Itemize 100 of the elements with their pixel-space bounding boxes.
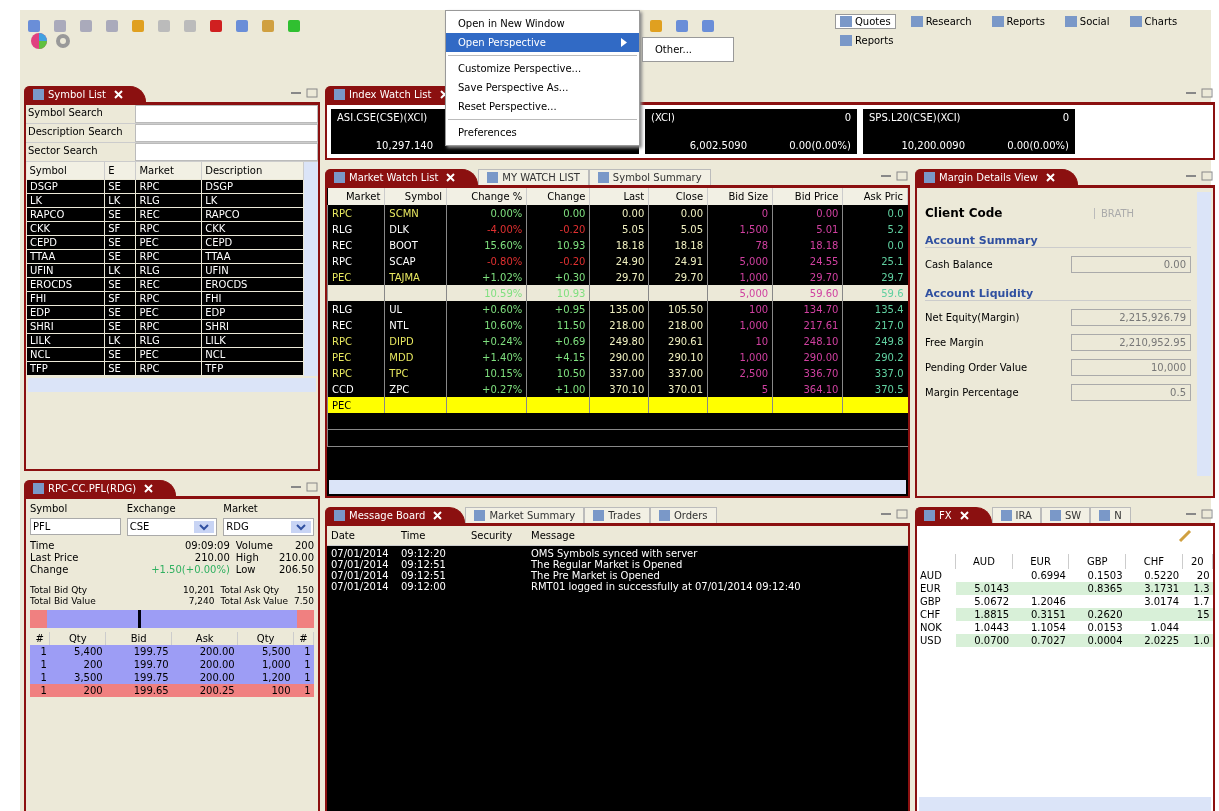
panel-tab[interactable]: Message Board — [325, 507, 466, 523]
table-cell: PEC — [327, 397, 385, 413]
column-header[interactable]: Time — [401, 530, 471, 541]
column-header[interactable]: Change — [526, 188, 590, 205]
perspective-button[interactable]: Charts — [1124, 14, 1183, 29]
table-cell: 1.0 — [1182, 634, 1213, 647]
column-header[interactable]: Message — [531, 530, 904, 541]
menu-item[interactable]: Preferences — [446, 123, 639, 142]
column-header[interactable]: Change % — [446, 188, 527, 205]
menu-item[interactable]: Open in New Window — [446, 14, 639, 33]
table-cell: 1.3 — [1182, 582, 1213, 595]
row-header: NOK — [917, 621, 956, 634]
index-tile[interactable]: SPS.L20(CSE)(XCI) 0 10,200.0090 0.00(0.00%) — [863, 109, 1075, 154]
stat-label: Total Ask Qty — [220, 585, 281, 595]
perspective-button[interactable]: Quotes — [835, 14, 896, 29]
table-cell: 1.0443 — [955, 621, 1013, 634]
panel-tab[interactable]: RPC-CC.PFL(RDG) — [24, 480, 177, 496]
menu-item[interactable]: Other... — [643, 40, 733, 59]
stat-value: 206.50 — [279, 564, 314, 575]
table-cell: +0.27% — [446, 381, 527, 397]
table-cell: CCD — [327, 381, 385, 397]
panel-tab[interactable]: Symbol List — [24, 86, 146, 102]
table-cell: 3,500 — [49, 671, 106, 684]
table-cell: 135.4 — [842, 301, 908, 317]
table-cell: 199.65 — [105, 684, 172, 697]
panel-tab[interactable]: Market Summary — [465, 507, 585, 523]
column-header[interactable]: E — [104, 162, 136, 180]
stat-value: 150 — [295, 585, 314, 595]
table-cell: ZPC — [384, 381, 447, 397]
stat-label: Total Bid Value — [30, 596, 96, 606]
table-cell: 1,000 — [237, 658, 294, 671]
readonly-field: 0.5 — [1071, 384, 1191, 401]
column-header[interactable]: EUR — [1012, 554, 1069, 569]
column-header[interactable]: GBP — [1068, 554, 1126, 569]
column-header[interactable]: Description — [201, 162, 304, 180]
panel-tab[interactable]: Symbol Summary — [588, 169, 711, 185]
panel-tab[interactable]: Margin Details View — [915, 169, 1078, 185]
column-header[interactable]: Market — [135, 162, 202, 180]
table-cell: 290.61 — [648, 333, 708, 349]
table-cell: 1.2046 — [1012, 595, 1069, 608]
table-cell: 105.50 — [648, 301, 708, 317]
column-header[interactable]: 20 — [1182, 554, 1213, 569]
table-cell: 78 — [707, 237, 773, 253]
input-field[interactable]: PFL — [30, 518, 121, 535]
column-header[interactable]: Close — [648, 188, 708, 205]
index-name: ASI.CSE(CSE)(XCI) — [337, 112, 428, 123]
table-cell: 10.50 — [526, 365, 590, 381]
table-cell: 199.75 — [105, 671, 172, 684]
panel-tab[interactable]: Market Watch List — [325, 169, 479, 185]
panel-tab[interactable]: Orders — [649, 507, 717, 523]
column-header[interactable]: Ask Pric — [842, 188, 908, 205]
table-cell: 11.50 — [526, 317, 590, 333]
table-cell: 5.0143 — [955, 582, 1013, 595]
table-cell: 290.10 — [648, 349, 708, 365]
index-value: 6,002.5090 — [688, 140, 747, 151]
column-header[interactable]: AUD — [955, 554, 1013, 569]
perspective-button[interactable]: Reports — [986, 14, 1050, 29]
column-header[interactable]: Bid Price — [772, 188, 843, 205]
panel-tab[interactable]: FX — [915, 507, 992, 523]
table-cell: UL — [384, 301, 447, 317]
table-cell: +0.60% — [446, 301, 527, 317]
field-label: Net Equity(Margin) — [925, 312, 1020, 323]
panel-tab[interactable]: MY WATCH LIST — [478, 169, 589, 185]
perspective-button[interactable]: Social — [1059, 14, 1115, 29]
column-header[interactable]: Symbol — [26, 162, 105, 180]
panel-tab[interactable]: IRA — [991, 507, 1041, 523]
table-cell: 15.60% — [446, 237, 527, 253]
table-cell: 29.70 — [589, 269, 649, 285]
table-cell: 1.8815 — [955, 608, 1013, 621]
field-label: Sector Search — [27, 144, 99, 158]
stat-value: 09:09:09 — [183, 540, 230, 551]
column-header[interactable]: Symbol — [384, 188, 447, 205]
index-tile[interactable]: (XCI) 0 6,002.5090 0.00(0.00%) — [645, 109, 857, 154]
table-cell: 199.75 — [105, 645, 172, 658]
table-cell: +0.95 — [526, 301, 590, 317]
table-cell: 0.0 — [842, 205, 908, 221]
table-cell: 10.60% — [446, 317, 527, 333]
table-cell-text: 09:12:51 — [401, 559, 447, 570]
readonly-field: 2,210,952.95 — [1071, 334, 1191, 351]
column-header[interactable]: Date — [331, 530, 401, 541]
column-header[interactable]: Bid Size — [707, 188, 773, 205]
perspective-button[interactable]: Research — [905, 14, 977, 29]
dropdown[interactable]: CSE — [126, 518, 218, 536]
dropdown[interactable]: RDG — [223, 518, 314, 536]
table-cell: PEC — [327, 269, 385, 285]
table-cell: 336.70 — [772, 365, 843, 381]
panel-tab[interactable]: N — [1090, 507, 1131, 523]
table-cell: 370.01 — [648, 381, 708, 397]
panel-tab[interactable]: Trades — [584, 507, 650, 523]
column-header[interactable]: CHF — [1125, 554, 1183, 569]
table-cell: BOOT — [384, 237, 447, 253]
column-header[interactable]: Last — [589, 188, 649, 205]
table-cell: +1.00 — [526, 381, 590, 397]
table-cell: DIPD — [384, 333, 447, 349]
perspective-button[interactable]: Reports — [835, 33, 899, 48]
panel-tab[interactable]: SW — [1040, 507, 1091, 523]
column-header[interactable]: Security — [471, 530, 531, 541]
column-header[interactable]: Market — [327, 188, 385, 205]
menu-item[interactable]: Customize Perspective... — [446, 59, 639, 78]
menu-item[interactable]: Open Perspective — [446, 33, 639, 52]
